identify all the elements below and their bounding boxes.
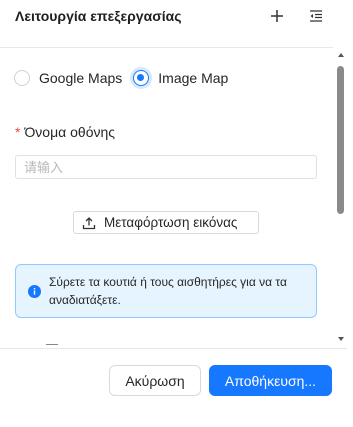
scrollbar-thumb[interactable]	[337, 66, 344, 214]
screen-name-input[interactable]	[15, 155, 317, 179]
plus-icon[interactable]	[268, 7, 286, 25]
radio-circle[interactable]	[14, 70, 30, 86]
vertical-scrollbar[interactable]	[335, 48, 347, 348]
radio-circle-selected[interactable]	[133, 70, 150, 86]
upload-button-label: Μεταφόρτωση εικόνας	[104, 215, 238, 230]
radio-google-maps[interactable]: Google Maps	[14, 70, 122, 86]
scroll-up-arrow-icon[interactable]	[338, 53, 344, 57]
info-text: Σύρετε τα κουτιά ή τους αισθητήρες για ν…	[49, 275, 287, 307]
form-scroll-area[interactable]: Google Maps Image Map *Όνομα οθόνης Μετα…	[0, 48, 347, 348]
scroll-down-arrow-icon[interactable]	[338, 337, 344, 341]
footer-divider	[0, 348, 347, 349]
panel-title: Λειτουργία επεξεργασίας	[15, 8, 182, 24]
radio-label: Image Map	[158, 70, 229, 86]
screen-name-label: * Όνομα οθόνης	[15, 124, 115, 140]
info-icon	[28, 285, 41, 298]
panel-header: Λειτουργία επεξεργασίας	[0, 0, 353, 34]
screen-name-label-text: Όνομα οθόνης	[24, 124, 116, 140]
required-mark: *	[15, 124, 21, 140]
map-type-radio-group: Google Maps Image Map	[14, 70, 239, 86]
radio-image-map[interactable]: Image Map	[133, 70, 228, 86]
cancel-button[interactable]: Ακύρωση	[109, 365, 201, 396]
upload-image-button[interactable]: Μεταφόρτωση εικόνας	[73, 211, 259, 234]
radio-label: Google Maps	[39, 70, 123, 86]
info-alert: Σύρετε τα κουτιά ή τους αισθητήρες για ν…	[15, 264, 317, 318]
upload-icon	[82, 216, 96, 230]
indent-menu-icon[interactable]	[307, 7, 325, 25]
save-button[interactable]: Αποθήκευση...	[209, 365, 332, 396]
